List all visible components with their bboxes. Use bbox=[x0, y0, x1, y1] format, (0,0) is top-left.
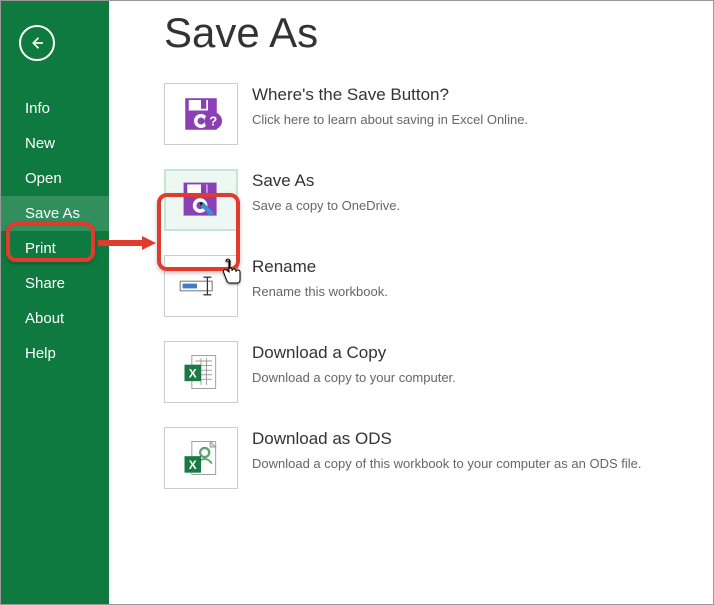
sidebar-item-new[interactable]: New bbox=[1, 126, 109, 161]
sidebar-item-label: Share bbox=[25, 275, 65, 292]
option-desc: Download a copy to your computer. bbox=[252, 369, 456, 387]
main-content: Save As ? Where's the Save Button? Cl bbox=[109, 1, 713, 604]
svg-text:?: ? bbox=[209, 113, 217, 128]
svg-text:X: X bbox=[189, 367, 197, 381]
floppy-question-icon: ? bbox=[180, 93, 222, 135]
sidebar-item-label: Open bbox=[25, 170, 62, 187]
option-title: Download a Copy bbox=[252, 343, 456, 363]
sidebar-item-label: Save As bbox=[25, 205, 80, 222]
sidebar-item-label: New bbox=[25, 135, 55, 152]
option-tile[interactable]: X bbox=[164, 341, 238, 403]
sidebar-item-label: About bbox=[25, 310, 64, 327]
option-desc: Rename this workbook. bbox=[252, 283, 388, 301]
option-title: Where's the Save Button? bbox=[252, 85, 528, 105]
sidebar-item-help[interactable]: Help bbox=[1, 336, 109, 371]
page-title: Save As bbox=[164, 9, 713, 57]
back-button[interactable] bbox=[19, 25, 55, 61]
ods-file-icon: X bbox=[179, 436, 223, 480]
sidebar-item-label: Print bbox=[25, 240, 56, 257]
sidebar-item-print[interactable]: Print bbox=[1, 231, 109, 266]
svg-text:X: X bbox=[189, 458, 197, 472]
sidebar-item-info[interactable]: Info bbox=[1, 91, 109, 126]
option-where-save-button[interactable]: ? Where's the Save Button? Click here to… bbox=[164, 83, 713, 145]
arrow-left-icon bbox=[28, 34, 46, 52]
option-tile[interactable]: X bbox=[164, 427, 238, 489]
option-tile[interactable] bbox=[164, 255, 238, 317]
option-desc: Save a copy to OneDrive. bbox=[252, 197, 400, 215]
option-desc: Download a copy of this workbook to your… bbox=[252, 455, 641, 473]
rename-icon bbox=[177, 271, 225, 301]
sidebar-item-label: Help bbox=[25, 345, 56, 362]
sidebar-item-share[interactable]: Share bbox=[1, 266, 109, 301]
option-rename[interactable]: Rename Rename this workbook. bbox=[164, 255, 713, 317]
option-tile[interactable] bbox=[164, 169, 238, 231]
option-download-copy[interactable]: X Download a Copy Download a copy to you… bbox=[164, 341, 713, 403]
sidebar-item-save-as[interactable]: Save As bbox=[1, 196, 109, 231]
sidebar-item-open[interactable]: Open bbox=[1, 161, 109, 196]
option-title: Save As bbox=[252, 171, 400, 191]
floppy-save-icon bbox=[179, 178, 223, 222]
sidebar-item-label: Info bbox=[25, 100, 50, 117]
option-title: Download as ODS bbox=[252, 429, 641, 449]
option-title: Rename bbox=[252, 257, 388, 277]
option-tile[interactable]: ? bbox=[164, 83, 238, 145]
option-desc: Click here to learn about saving in Exce… bbox=[252, 111, 528, 129]
excel-file-icon: X bbox=[179, 350, 223, 394]
sidebar-item-about[interactable]: About bbox=[1, 301, 109, 336]
option-download-ods[interactable]: X Download as ODS Download a copy of thi… bbox=[164, 427, 713, 489]
option-save-as[interactable]: Save As Save a copy to OneDrive. bbox=[164, 169, 713, 231]
sidebar: Info New Open Save As Print Share About … bbox=[1, 1, 109, 604]
